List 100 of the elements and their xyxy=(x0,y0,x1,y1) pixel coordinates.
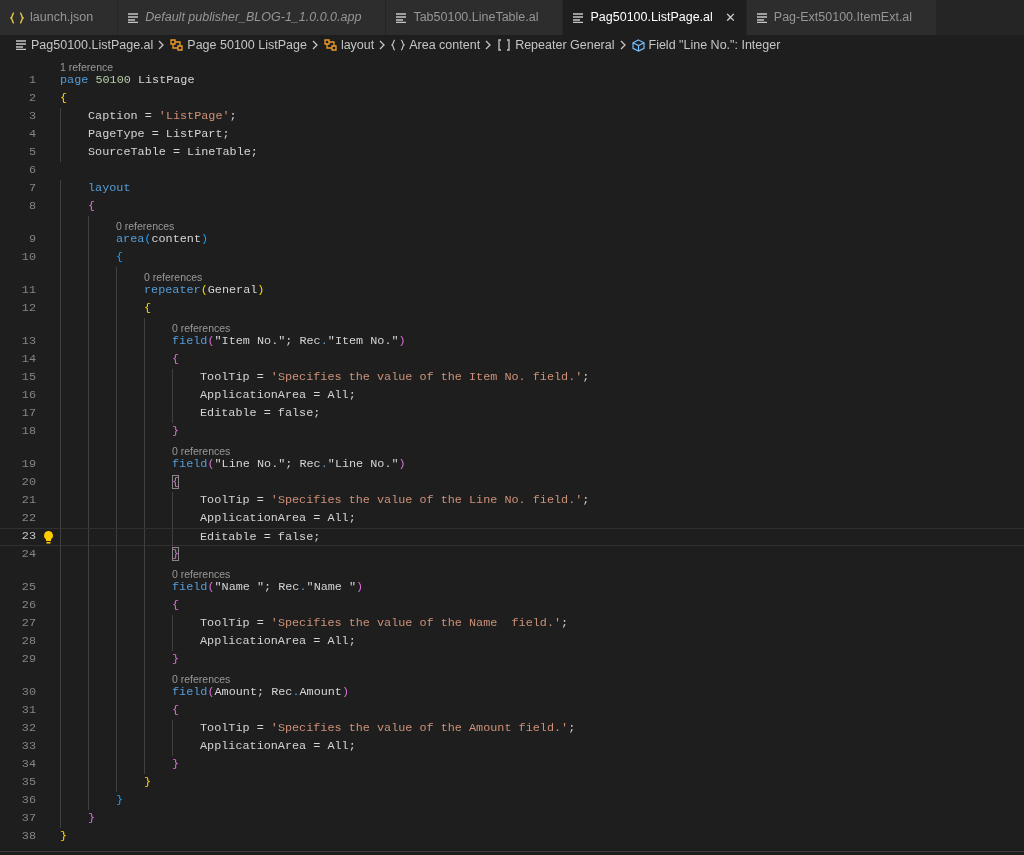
code-line: { xyxy=(144,300,152,318)
structure-icon xyxy=(323,39,337,51)
code-line: } xyxy=(172,756,180,774)
breadcrumb-item[interactable]: Pag50100.ListPage.al xyxy=(31,35,154,55)
code-line: field(Amount; Rec.Amount) xyxy=(172,684,350,702)
code-line: } xyxy=(116,792,124,810)
code-line: { xyxy=(60,90,68,108)
code-line: ToolTip = 'Specifies the value of the Amount field.'; xyxy=(200,720,576,738)
editor-tab[interactable]: launch.json xyxy=(0,0,119,35)
line-number: 7 xyxy=(27,180,36,198)
line-number: 38 xyxy=(20,828,36,846)
line-number: 37 xyxy=(20,810,36,828)
lines-icon xyxy=(128,12,140,23)
code-line: { xyxy=(172,702,180,720)
code-line: field("Item No."; Rec."Item No.") xyxy=(172,333,406,351)
code-line: ApplicationArea = All; xyxy=(200,633,356,651)
line-number: 8 xyxy=(27,198,36,216)
codelens-text[interactable]: 0 references xyxy=(172,322,231,333)
codelens-text[interactable]: 0 references xyxy=(144,271,203,282)
line-number: 22 xyxy=(20,510,36,528)
line-number: 28 xyxy=(20,633,36,651)
code-line: { xyxy=(88,198,96,216)
editor-tab[interactable]: Default publisher_BLOG-1_1.0.0.0.app xyxy=(118,0,387,35)
line-number: 27 xyxy=(20,615,36,633)
chevron-right-icon xyxy=(485,40,493,50)
line-number: 12 xyxy=(20,300,36,318)
lines-icon xyxy=(16,40,27,50)
code-line: } xyxy=(88,810,96,828)
line-number: 32 xyxy=(20,720,36,738)
code-line: field("Line No."; Rec."Line No.") xyxy=(172,456,406,474)
breadcrumb-item[interactable]: Field "Line No.": Integer xyxy=(648,35,781,55)
braces-icon xyxy=(391,39,406,51)
line-number: 5 xyxy=(27,144,36,162)
code-line: } xyxy=(172,651,180,669)
line-number: 4 xyxy=(27,126,36,144)
cube-icon xyxy=(631,38,645,52)
code-line: Editable = false; xyxy=(200,529,321,547)
line-number: 36 xyxy=(20,792,36,810)
code-line: Editable = false; xyxy=(200,405,321,423)
code-line: } xyxy=(60,828,68,846)
line-number: 2 xyxy=(27,90,36,108)
code-line: ApplicationArea = All; xyxy=(200,387,356,405)
line-number: 14 xyxy=(20,351,36,369)
code-line: page 50100 ListPage xyxy=(60,72,195,90)
code-line: ApplicationArea = All; xyxy=(200,738,356,756)
braces-icon xyxy=(10,11,24,24)
line-number: 15 xyxy=(20,369,36,387)
code-line: { xyxy=(172,597,180,615)
code-line: ToolTip = 'Specifies the value of the Item No. field.'; xyxy=(200,369,590,387)
lines-icon xyxy=(396,12,408,23)
code-line: } xyxy=(172,546,180,564)
line-number: 19 xyxy=(20,456,36,474)
codelens-text[interactable]: 0 references xyxy=(116,220,175,231)
line-number: 17 xyxy=(20,405,36,423)
code-line: } xyxy=(144,774,152,792)
breadcrumb-item[interactable]: Page 50100 ListPage xyxy=(187,35,307,55)
structure-icon xyxy=(170,39,184,51)
line-number: 9 xyxy=(27,231,36,249)
codelens-text[interactable]: 0 references xyxy=(172,568,231,579)
line-number: 16 xyxy=(20,387,36,405)
close-button[interactable]: ✕ xyxy=(724,11,736,24)
code-line: } xyxy=(172,423,180,441)
lightbulb-icon[interactable] xyxy=(42,530,54,544)
line-number: 25 xyxy=(20,579,36,597)
breadcrumb-item[interactable]: layout xyxy=(340,35,375,55)
code-line: { xyxy=(116,249,124,267)
code-line: ToolTip = 'Specifies the value of the Name field.'; xyxy=(200,615,569,633)
line-number: 35 xyxy=(20,774,36,792)
line-number: 11 xyxy=(20,282,36,300)
line-number: 31 xyxy=(20,702,36,720)
line-number: 33 xyxy=(20,738,36,756)
line-number: 18 xyxy=(20,423,36,441)
line-number: 21 xyxy=(20,492,36,510)
line-number: 6 xyxy=(27,162,36,180)
line-number: 20 xyxy=(20,474,36,492)
codelens-text[interactable]: 0 references xyxy=(172,445,231,456)
lines-icon xyxy=(573,12,585,23)
chevron-right-icon xyxy=(619,40,627,50)
breadcrumb-item[interactable]: Area content xyxy=(409,35,481,55)
codelens-text[interactable]: 1 reference xyxy=(60,61,114,72)
editor-tab[interactable]: Pag-Ext50100.ItemExt.al xyxy=(746,0,938,35)
code-line: field("Name "; Rec."Name ") xyxy=(172,579,364,597)
code-line: ApplicationArea = All; xyxy=(200,510,356,528)
line-number: 24 xyxy=(20,546,36,564)
brackets-icon xyxy=(497,39,512,51)
editor-tab[interactable]: Tab50100.LineTable.al xyxy=(386,0,564,35)
codelens-text[interactable]: 0 references xyxy=(172,673,231,684)
line-number: 13 xyxy=(20,333,36,351)
line-number: 3 xyxy=(27,108,36,126)
line-number: 23 xyxy=(20,528,36,546)
breadcrumb-item[interactable]: Repeater General xyxy=(515,35,615,55)
code-line: layout xyxy=(88,180,131,198)
chevron-right-icon xyxy=(311,40,319,50)
editor-tab[interactable]: Pag50100.ListPage.al ✕ xyxy=(563,0,747,35)
code-line: PageType = ListPart; xyxy=(88,126,230,144)
line-number: 30 xyxy=(20,684,36,702)
code-line: { xyxy=(172,351,180,369)
chevron-right-icon xyxy=(158,40,166,50)
code-line: repeater(General) xyxy=(144,282,265,300)
code-line: ToolTip = 'Specifies the value of the Line No. field.'; xyxy=(200,492,590,510)
